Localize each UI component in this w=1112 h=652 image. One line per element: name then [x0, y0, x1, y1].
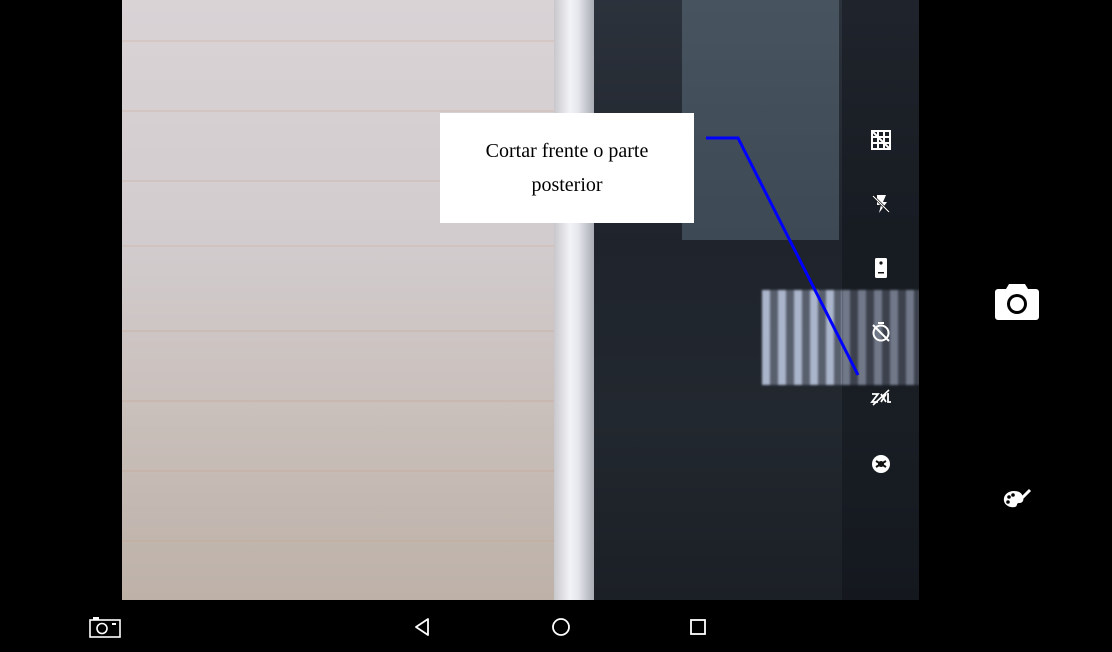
timer-button[interactable] [842, 314, 919, 350]
back-button[interactable] [405, 610, 439, 644]
wall-surface [122, 0, 562, 600]
hdr-button[interactable] [842, 380, 919, 416]
callout-text: Cortar frente o parte posterior [485, 140, 649, 196]
home-circle-icon [552, 618, 570, 636]
flash-off-icon [871, 195, 890, 213]
camera-icon [995, 284, 1039, 320]
recents-square-icon [690, 619, 706, 635]
callout-box: Cortar frente o parte posterior [440, 113, 694, 223]
home-button[interactable] [544, 610, 578, 644]
recents-button[interactable] [681, 610, 715, 644]
back-triangle-icon [415, 618, 429, 636]
settings-column [842, 0, 919, 600]
effects-button[interactable] [1000, 485, 1034, 515]
background-panel [682, 0, 839, 240]
shutter-button[interactable] [994, 280, 1040, 322]
palette-icon [1003, 488, 1032, 508]
camera-outline-icon [89, 617, 121, 638]
timer-off-icon [871, 322, 890, 342]
door-edge [554, 0, 594, 600]
grid-button[interactable] [842, 122, 919, 158]
hdr-off-icon [869, 389, 891, 406]
camera-viewfinder[interactable] [122, 0, 919, 600]
flash-button[interactable] [842, 186, 919, 222]
grid-icon [870, 130, 891, 150]
screenshot-button[interactable] [88, 610, 122, 644]
scene-mode-icon [871, 455, 890, 473]
scene-mode-button[interactable] [842, 446, 919, 482]
switch-camera-button[interactable] [842, 250, 919, 286]
switch-camera-icon [874, 258, 887, 278]
